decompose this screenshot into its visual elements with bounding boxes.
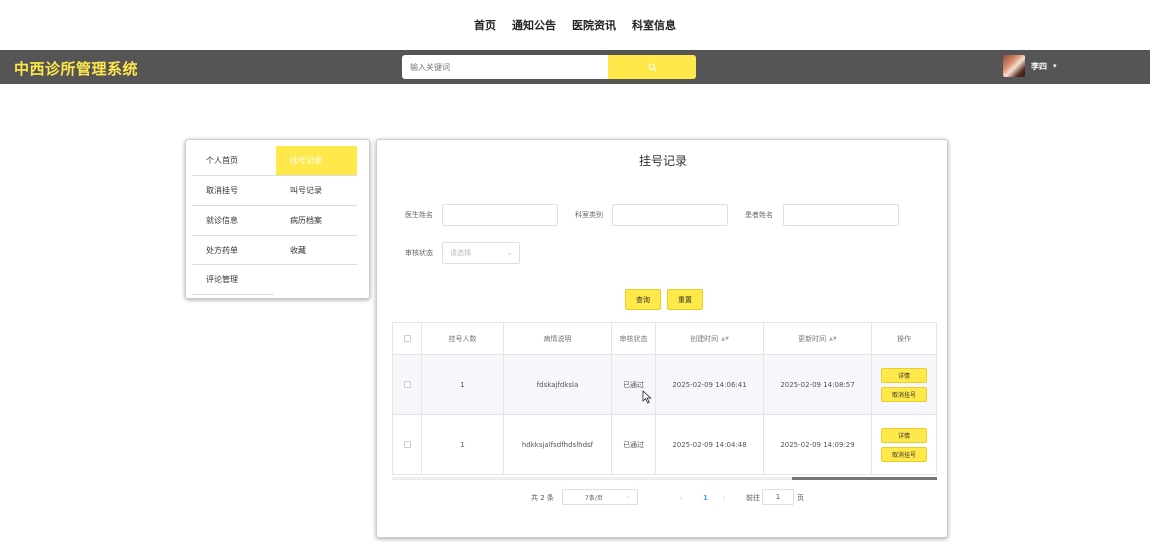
cell-description: hdkksjalfsdfhdslhdsf — [504, 415, 612, 474]
detail-button[interactable]: 详情 — [881, 427, 927, 443]
top-nav: 首页 通知公告 医院资讯 科室信息 — [0, 0, 1150, 50]
row-checkbox-cell — [392, 355, 422, 414]
patient-name-input[interactable] — [783, 204, 899, 226]
reset-button[interactable]: 重置 — [667, 289, 703, 310]
horizontal-scrollbar[interactable] — [392, 477, 937, 480]
sidebar-item-registration-records[interactable]: 挂号记录 — [276, 146, 357, 175]
goto-suffix: 页 — [797, 494, 804, 502]
search-icon — [648, 63, 656, 71]
nav-notices[interactable]: 通知公告 — [512, 17, 556, 33]
current-page[interactable]: 1 — [703, 490, 708, 506]
header-description: 病情说明 — [504, 323, 612, 354]
header-created-label: 创建时间 — [690, 334, 719, 343]
cancel-registration-button[interactable]: 取消挂号 — [881, 446, 927, 462]
sidebar-item-favorites[interactable]: 收藏 — [276, 236, 360, 265]
doctor-name-label: 医生姓名 — [405, 211, 433, 219]
doctor-name-input[interactable] — [442, 204, 558, 226]
header-count: 挂号人数 — [422, 323, 504, 354]
page-size-value: 7条/页 — [585, 494, 603, 502]
cancel-registration-button[interactable]: 取消挂号 — [881, 386, 927, 402]
nav-hospital-news[interactable]: 医院资讯 — [572, 17, 616, 33]
prev-page-icon[interactable]: ‹ — [680, 490, 683, 506]
cell-status: 已通过 — [612, 355, 656, 414]
row-checkbox[interactable] — [403, 381, 411, 388]
cell-actions: 详情 取消挂号 — [872, 355, 937, 414]
header-actions: 操作 — [872, 323, 937, 354]
sidebar-item-visit-info[interactable]: 就诊信息 — [192, 206, 276, 235]
scrollbar-thumb[interactable] — [792, 477, 937, 480]
cell-created: 2025-02-09 14:06:41 — [656, 355, 764, 414]
user-menu[interactable]: 李四 ▾ — [1003, 54, 1057, 78]
cell-count: 1 — [422, 415, 504, 474]
cell-actions: 详情 取消挂号 — [872, 415, 937, 474]
header-bar: 中西诊所管理系统 输入关键词 李四 ▾ — [0, 50, 1150, 84]
sidebar-item-prescriptions[interactable]: 处方药单 — [192, 236, 276, 265]
sidebar-item-personal-home[interactable]: 个人首页 — [192, 146, 276, 175]
chevron-down-icon: ⌄ — [625, 492, 631, 500]
sidebar-item-cancel-registration[interactable]: 取消挂号 — [192, 176, 276, 205]
pagination-total: 共 2 条 — [531, 494, 554, 502]
sort-icon[interactable]: ▲▼ — [829, 336, 837, 342]
department-label: 科室类别 — [575, 211, 603, 219]
next-page-icon[interactable]: › — [723, 490, 726, 506]
sidebar-item-call-records[interactable]: 叫号记录 — [276, 176, 360, 205]
page-size-select[interactable]: 7条/页 ⌄ — [562, 489, 638, 505]
sidebar-item-comments[interactable]: 评论管理 — [192, 265, 276, 294]
header-status: 审核状态 — [612, 323, 656, 354]
row-checkbox[interactable] — [403, 441, 411, 448]
goto-page-input[interactable]: 1 — [762, 489, 794, 505]
sort-icon[interactable]: ▲▼ — [721, 336, 729, 342]
table-header: 挂号人数 病情说明 审核状态 创建时间 ▲▼ 更新时间 ▲▼ 操作 — [392, 322, 937, 355]
divider — [192, 294, 274, 295]
page-title: 挂号记录 — [638, 154, 687, 168]
main-panel: 挂号记录 医生姓名 科室类别 患者姓名 审核状态 请选择 ⌄ 查询 重置 挂号人… — [376, 139, 948, 538]
brand-title: 中西诊所管理系统 — [14, 60, 139, 78]
mouse-cursor-icon — [642, 390, 652, 404]
header-updated[interactable]: 更新时间 ▲▼ — [764, 323, 872, 354]
table-row: 1 fdskajfdksla 已通过 2025-02-09 14:06:41 2… — [392, 355, 937, 415]
cell-updated: 2025-02-09 14:08:57 — [764, 355, 872, 414]
status-label: 审核状态 — [405, 249, 433, 257]
status-select-placeholder: 请选择 — [450, 249, 471, 257]
status-select[interactable]: 请选择 ⌄ — [442, 242, 520, 264]
cell-description: fdskajfdksla — [504, 355, 612, 414]
detail-button[interactable]: 详情 — [881, 367, 927, 383]
cell-count: 1 — [422, 355, 504, 414]
nav-department-info[interactable]: 科室信息 — [632, 17, 676, 33]
sidebar-item-medical-records[interactable]: 病历档案 — [276, 206, 360, 235]
table-row: 1 hdkksjalfsdfhdslhdsf 已通过 2025-02-09 14… — [392, 415, 937, 475]
cell-created: 2025-02-09 14:04:48 — [656, 415, 764, 474]
search-button[interactable] — [608, 55, 696, 79]
goto-prefix: 前往 — [746, 494, 760, 502]
query-button[interactable]: 查询 — [625, 289, 661, 310]
username: 李四 — [1031, 61, 1047, 71]
header-created[interactable]: 创建时间 ▲▼ — [656, 323, 764, 354]
row-checkbox-cell — [392, 415, 422, 474]
department-input[interactable] — [612, 204, 728, 226]
avatar — [1003, 55, 1025, 77]
select-all-checkbox[interactable] — [403, 335, 411, 342]
header-checkbox-cell — [392, 323, 422, 354]
nav-home[interactable]: 首页 — [474, 17, 496, 33]
sidebar-menu: 个人首页 挂号记录 取消挂号 叫号记录 就诊信息 病历档案 处方药单 收藏 评论… — [185, 139, 370, 299]
caret-down-icon: ▾ — [1053, 62, 1057, 70]
patient-name-label: 患者姓名 — [745, 211, 773, 219]
header-updated-label: 更新时间 — [798, 334, 827, 343]
chevron-down-icon: ⌄ — [506, 248, 513, 257]
search-input[interactable]: 输入关键词 — [402, 55, 608, 79]
cell-updated: 2025-02-09 14:09:29 — [764, 415, 872, 474]
cell-status: 已通过 — [612, 415, 656, 474]
